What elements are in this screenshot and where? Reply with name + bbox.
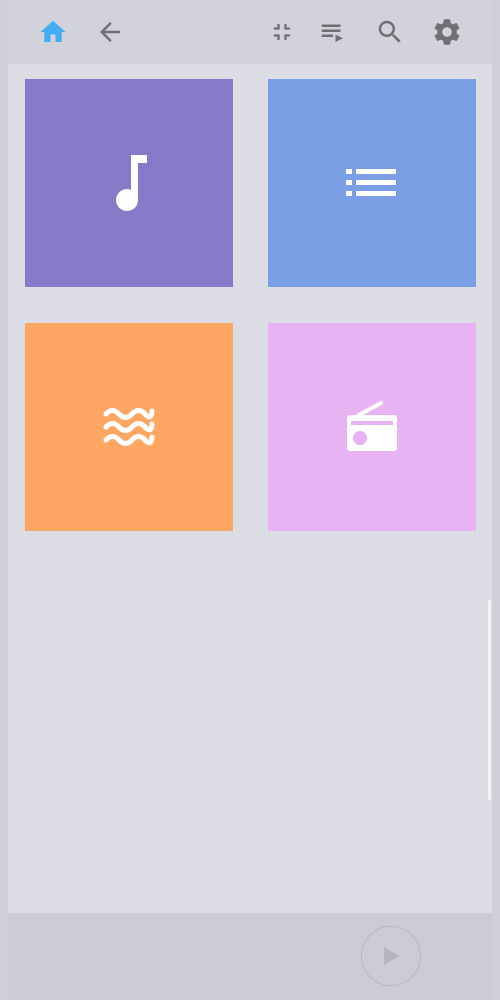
collapse-icon (273, 23, 291, 41)
top-toolbar (8, 0, 492, 64)
play-button[interactable] (361, 926, 421, 986)
tile-music[interactable] (25, 79, 233, 287)
scrollbar-thumb[interactable] (488, 600, 491, 800)
home-button[interactable] (35, 14, 71, 50)
queue-button[interactable] (315, 14, 351, 50)
music-note-icon (116, 155, 147, 211)
back-button[interactable] (92, 14, 128, 50)
radio-icon (347, 401, 397, 451)
tile-radio[interactable] (268, 323, 476, 531)
back-arrow-icon (100, 22, 120, 42)
right-edge (492, 0, 500, 1000)
search-icon (378, 20, 401, 43)
left-edge (0, 0, 8, 1000)
tile-playlists[interactable] (268, 79, 476, 287)
waves-icon (103, 408, 155, 446)
settings-button[interactable] (429, 14, 465, 50)
search-button[interactable] (372, 14, 408, 50)
collapse-button[interactable] (264, 14, 300, 50)
queue-icon (321, 24, 343, 42)
gear-icon (434, 19, 460, 45)
list-icon (346, 169, 396, 196)
play-icon (384, 947, 399, 965)
tile-ambient[interactable] (25, 323, 233, 531)
player-bar (8, 913, 492, 1000)
home-icon (40, 20, 66, 42)
app-screen (0, 0, 500, 1000)
